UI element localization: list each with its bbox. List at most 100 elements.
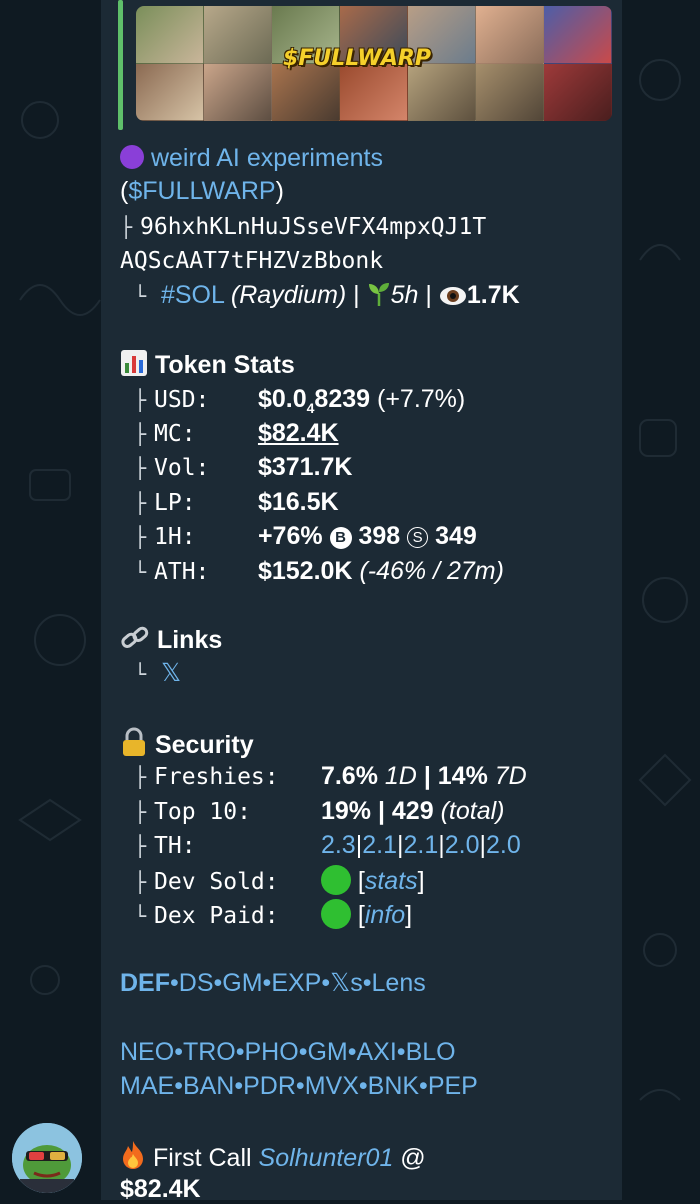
axi-link[interactable]: AXI <box>357 1038 397 1066</box>
buys-icon: B <box>329 527 352 549</box>
market-cap-value[interactable]: $82.4K <box>258 419 339 447</box>
separator: • <box>321 969 331 997</box>
quick-links-row-1: DEF•DS•GM•EXP•𝕏s•Lens <box>120 968 426 998</box>
tree-end-icon: └ <box>134 904 147 928</box>
exp-link[interactable]: EXP <box>271 969 321 997</box>
ds-link[interactable]: DS <box>179 969 214 997</box>
green-circle-icon <box>320 865 351 895</box>
pho-link[interactable]: PHO <box>245 1038 299 1066</box>
fire-icon <box>120 1140 146 1177</box>
contract-address-part-2[interactable]: AQScAAT7tFHZVzBbonk <box>120 248 383 274</box>
media-preview[interactable]: $FULLWARP <box>118 0 616 130</box>
stat-row-lp: ├ LP: $16.5K <box>120 487 339 518</box>
token-name-line: weird AI experiments <box>120 143 383 173</box>
tro-link[interactable]: TRO <box>183 1038 236 1066</box>
token-stats-heading: Token Stats <box>120 349 295 384</box>
pep-link[interactable]: PEP <box>428 1072 478 1100</box>
dex-paid-info-link[interactable]: info <box>365 901 405 929</box>
dev-sold-label: Dev Sold: <box>154 869 279 895</box>
ticker-line: ($FULLWARP) <box>120 176 284 206</box>
separator: | <box>423 762 431 790</box>
tree-branch-icon: ├ <box>120 215 133 239</box>
ticker-link[interactable]: $FULLWARP <box>128 177 275 205</box>
1h-change: +76% <box>257 522 323 550</box>
volume-value: $371.7K <box>257 453 353 481</box>
first-caller-link[interactable]: Solhunter01 <box>259 1144 394 1172</box>
dex-paid-label: Dex Paid: <box>154 903 279 929</box>
stat-row-ath: └ ATH: $152.0K (-46% / 27m) <box>120 556 504 587</box>
contract-address-line-1[interactable]: ├ 96hxhKLnHuJSseVFX4mpxQJ1T <box>120 212 486 242</box>
stat-row-1h: ├ 1H: +76% B 398 S 349 <box>120 521 477 552</box>
blo-link[interactable]: BLO <box>406 1038 456 1066</box>
links-title: Links <box>156 626 223 654</box>
eye-icon <box>439 284 467 314</box>
separator: • <box>295 1072 305 1100</box>
token-stats-title: Token Stats <box>154 351 295 379</box>
separator: | <box>425 281 432 309</box>
th-label: TH: <box>154 833 196 859</box>
separator: • <box>174 1072 183 1100</box>
th-value-3[interactable]: 2.1 <box>403 831 438 859</box>
top10-holders: 429 <box>391 797 434 825</box>
x-link[interactable]: 𝕏 <box>161 659 181 687</box>
top10-total-label: (total) <box>440 797 505 825</box>
dex-name: (Raydium) <box>230 281 347 309</box>
ban-link[interactable]: BAN <box>183 1072 234 1100</box>
tree-end-icon: └ <box>134 560 147 584</box>
first-call-label: First Call <box>152 1144 252 1172</box>
th-value-5[interactable]: 2.0 <box>486 831 521 859</box>
1h-sells: 349 <box>435 522 477 550</box>
green-circle-icon <box>320 899 351 929</box>
th-value-2[interactable]: 2.1 <box>362 831 397 859</box>
links-heading: Links <box>120 624 222 659</box>
bar-chart-icon <box>120 349 148 384</box>
contract-address-part-1[interactable]: 96hxhKLnHuJSseVFX4mpxQJ1T <box>140 214 486 240</box>
th-value-1[interactable]: 2.3 <box>321 831 356 859</box>
gm-bot-link[interactable]: GM <box>307 1038 347 1066</box>
th-value-4[interactable]: 2.0 <box>445 831 480 859</box>
bnk-link[interactable]: BNK <box>368 1072 419 1100</box>
dev-sold-stats-link[interactable]: stats <box>365 867 418 895</box>
separator: • <box>262 969 272 997</box>
first-call-line: First Call Solhunter01 @ <box>120 1140 426 1177</box>
mvx-link[interactable]: MVX <box>305 1072 359 1100</box>
top10-label: Top 10: <box>154 799 251 825</box>
1h-buys: 398 <box>358 522 401 550</box>
quick-links-row-3: MAE•BAN•PDR•MVX•BNK•PEP <box>120 1071 478 1101</box>
tree-branch-icon: ├ <box>134 388 147 412</box>
tree-branch-icon: ├ <box>134 834 147 858</box>
tree-end-icon: └ <box>134 284 147 308</box>
links-row: └ 𝕏 <box>120 658 181 689</box>
bot-avatar[interactable] <box>12 1123 82 1193</box>
lens-link[interactable]: Lens <box>372 969 426 997</box>
separator: • <box>347 1038 357 1066</box>
lp-label: LP: <box>154 490 196 516</box>
security-row-th: ├ TH: 2.3|2.1|2.1|2.0|2.0 <box>120 830 521 861</box>
usd-price-rest: 8239 <box>314 385 371 413</box>
gm-link[interactable]: GM <box>222 969 262 997</box>
purple-circle-icon <box>120 145 144 169</box>
tree-branch-icon: ├ <box>134 870 147 894</box>
pdr-link[interactable]: PDR <box>243 1072 296 1100</box>
usd-change: (+7.7%) <box>377 385 466 413</box>
separator: • <box>235 1038 245 1066</box>
security-row-dev-sold: ├ Dev Sold: [stats] <box>134 865 425 895</box>
media-title-text: $FULLWARP <box>283 46 431 71</box>
view-count: 1.7K <box>466 281 520 309</box>
separator: • <box>362 969 372 997</box>
ath-label: ATH: <box>154 559 210 585</box>
token-name-link[interactable]: weird AI experiments <box>151 144 383 172</box>
freshies-1d-value: 7.6% <box>320 762 378 790</box>
mae-link[interactable]: MAE <box>120 1072 174 1100</box>
contract-address-line-2[interactable]: AQScAAT7tFHZVzBbonk <box>120 246 383 276</box>
freshies-7d-unit: 7D <box>494 762 527 790</box>
neo-link[interactable]: NEO <box>120 1038 174 1066</box>
x-search-link[interactable]: 𝕏s <box>330 969 363 997</box>
chain-hashtag-link[interactable]: #SOL <box>161 281 224 309</box>
security-title: Security <box>154 731 254 759</box>
freshies-label: Freshies: <box>154 764 279 790</box>
top10-percent: 19% <box>320 797 371 825</box>
def-link[interactable]: DEF <box>120 969 170 997</box>
usd-price-main: $0.0 <box>257 385 307 413</box>
usd-price: $0.048239 <box>257 385 371 416</box>
